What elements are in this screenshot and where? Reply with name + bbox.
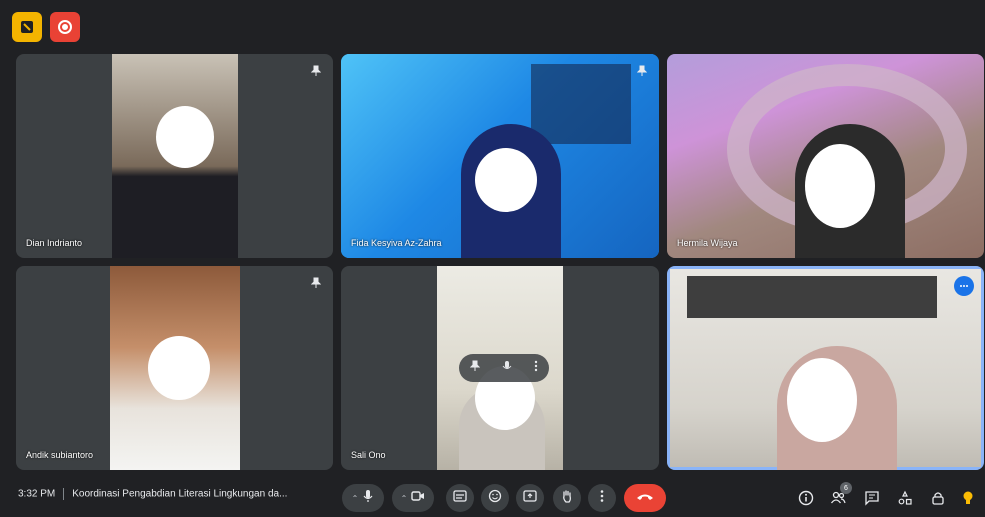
chevron-up-icon[interactable]: ⌃ [352, 494, 359, 503]
present-icon [523, 489, 537, 507]
emoji-icon [488, 489, 502, 508]
raise-hand-button[interactable] [553, 484, 581, 512]
meeting-time: 3:32 PM [18, 488, 56, 500]
more-options-icon[interactable] [954, 276, 974, 296]
face-blur [148, 336, 210, 400]
chat-icon[interactable] [860, 486, 884, 510]
participant-tile[interactable]: Hermila Wijaya [667, 54, 984, 258]
participant-name: Hermila Wijaya [677, 238, 738, 248]
end-call-icon [636, 489, 654, 507]
meeting-details: 3:32 PM Koordinasi Pengabdian Literasi Li… [18, 488, 287, 500]
face-blur [475, 148, 537, 212]
participant-name: Dian Indrianto [26, 238, 83, 248]
end-call-button[interactable] [624, 484, 666, 512]
mic-button[interactable]: ⌃ [342, 484, 384, 512]
chevron-up-icon[interactable]: ⌃ [401, 494, 408, 503]
record-icon[interactable] [50, 12, 80, 42]
tile-hover-controls [459, 354, 549, 382]
host-controls-icon[interactable] [926, 486, 950, 510]
participant-tile[interactable]: Fida Kesyiva Az-Zahra [341, 54, 659, 258]
present-button[interactable] [516, 484, 544, 512]
divider [63, 488, 65, 500]
people-count-badge: 6 [840, 482, 852, 494]
captions-icon [453, 489, 467, 507]
emoji-button[interactable] [481, 484, 509, 512]
participant-name: Fida Kesyiva Az-Zahra [351, 238, 442, 248]
activity-icon[interactable] [12, 12, 42, 42]
lightbulb-icon[interactable] [956, 486, 980, 510]
bottom-bar: 3:32 PM Koordinasi Pengabdian Literasi Li… [0, 474, 985, 517]
face-blur [805, 144, 875, 228]
more-options-icon [600, 489, 604, 508]
participant-name: Sali Ono [351, 450, 386, 460]
top-bar [0, 0, 985, 50]
meeting-title: Koordinasi Pengabdian Literasi Lingkunga… [72, 488, 288, 500]
people-button[interactable]: 6 [826, 482, 852, 510]
participant-tile[interactable]: Dian Indrianto [16, 54, 333, 258]
pin-icon[interactable] [469, 359, 481, 377]
more-options-icon[interactable] [534, 359, 538, 377]
face-blur [787, 358, 857, 442]
face-blur [156, 106, 214, 168]
activities-icon[interactable] [893, 486, 917, 510]
raise-hand-icon [561, 489, 573, 508]
window-frame [531, 64, 631, 144]
participant-tile[interactable]: Sali Ono [341, 266, 659, 470]
mute-icon[interactable] [502, 359, 512, 377]
pin-icon[interactable] [309, 64, 323, 78]
info-icon[interactable] [794, 486, 818, 510]
captions-button[interactable] [446, 484, 474, 512]
camera-button[interactable]: ⌃ [392, 484, 434, 512]
participant-tile[interactable]: Andik subiantoro [16, 266, 333, 470]
more-options-button[interactable] [588, 484, 616, 512]
pin-icon[interactable] [635, 64, 649, 78]
participant-tile-active[interactable] [667, 266, 984, 470]
wall-tv [687, 276, 937, 318]
participant-name: Andik subiantoro [26, 450, 94, 460]
camera-icon [411, 489, 425, 507]
pin-icon[interactable] [309, 276, 323, 290]
mic-icon [362, 489, 374, 508]
